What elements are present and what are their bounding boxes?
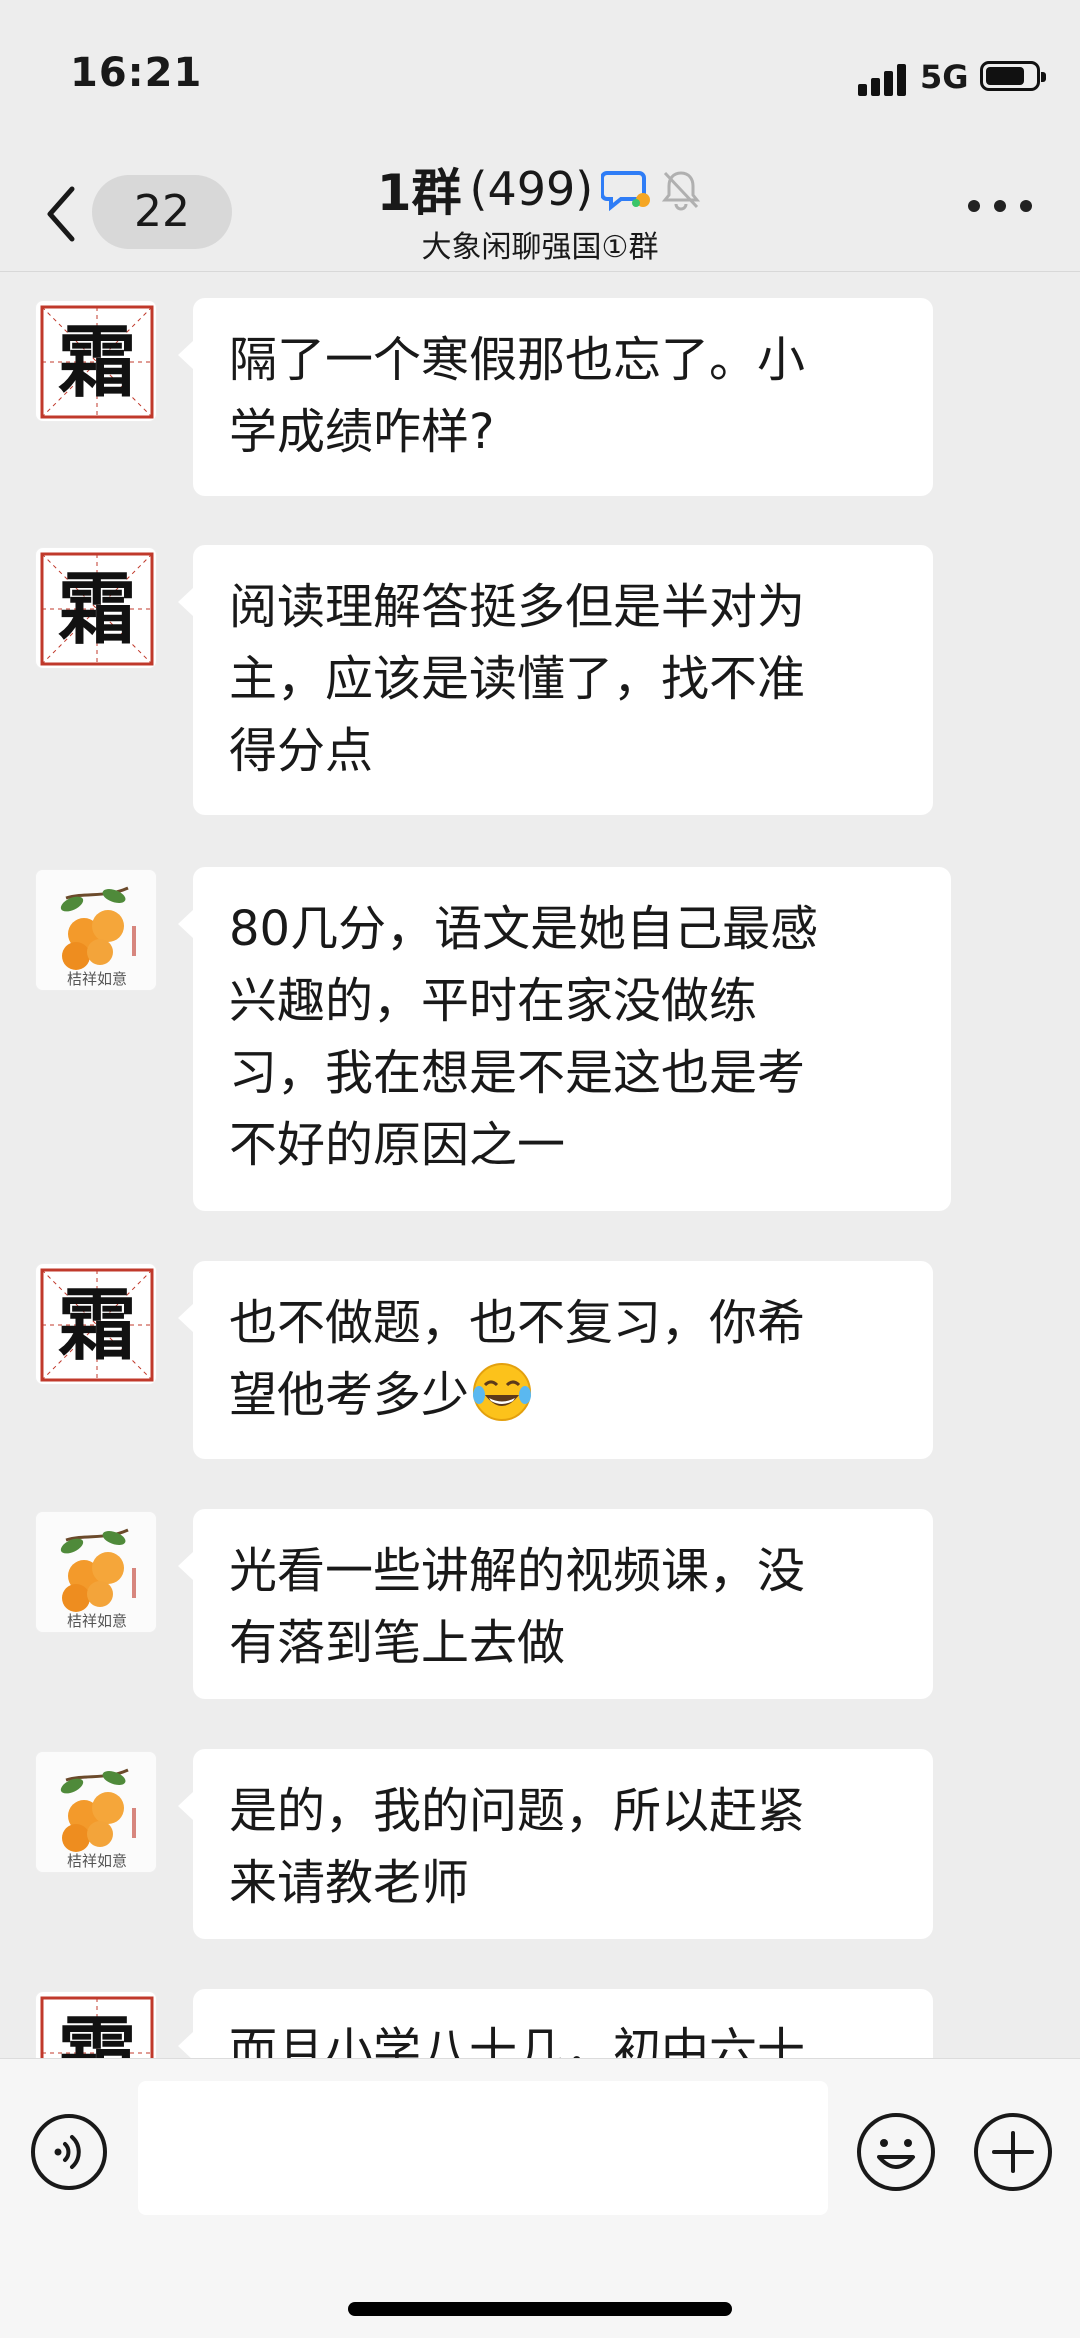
avatar-shuang[interactable]: 霜: [35, 300, 157, 422]
voice-input-button[interactable]: [30, 2113, 108, 2191]
home-indicator[interactable]: [348, 2302, 732, 2316]
message-bubble[interactable]: 隔了一个寒假那也忘了。小 学成绩咋样?: [178, 298, 933, 496]
svg-text:桔祥如意: 桔祥如意: [67, 1612, 127, 1630]
message-bubble[interactable]: 80几分，语文是她自己最感 兴趣的，平时在家没做练 习，我在想是不是这也是考 不…: [178, 867, 951, 1211]
shuang-avatar-image: 霜: [40, 1268, 154, 1382]
back-button[interactable]: 22: [42, 175, 232, 255]
more-actions-plus-button[interactable]: [972, 2111, 1054, 2193]
chevron-left-icon: [47, 186, 75, 242]
svg-text:霜: 霜: [58, 564, 136, 655]
avatar-orange[interactable]: 桔祥如意: [35, 1511, 157, 1633]
laughing-tears-emoji-icon: [473, 1363, 532, 1421]
orange-avatar-image: 桔祥如意: [36, 1512, 156, 1632]
chat-subtitle: 大象闲聊强国①群: [421, 230, 659, 265]
shuang-avatar-image: 霜: [40, 1996, 154, 2058]
avatar-shuang[interactable]: 霜: [35, 1991, 157, 2058]
battery-icon: [980, 61, 1046, 91]
signal-icon: [858, 62, 908, 96]
svg-text:桔祥如意: 桔祥如意: [67, 970, 127, 988]
message-bubble[interactable]: 也不做题，也不复习，你希 望他考多少: [178, 1261, 933, 1459]
status-bar: 16:21 5G: [0, 0, 1080, 150]
group-chat-icon: [601, 171, 651, 211]
message-bubble[interactable]: 光看一些讲解的视频课，没 有落到笔上去做: [178, 1509, 933, 1699]
avatar-orange[interactable]: 桔祥如意: [35, 869, 157, 991]
svg-text:霜: 霜: [58, 2008, 136, 2058]
unread-count-badge: 22: [92, 175, 232, 249]
shuang-avatar-image: 霜: [40, 305, 154, 419]
avatar-shuang[interactable]: 霜: [35, 547, 157, 669]
avatar-orange[interactable]: 桔祥如意: [35, 1751, 157, 1873]
avatar-shuang[interactable]: 霜: [35, 1263, 157, 1385]
emoji-button[interactable]: [855, 2111, 937, 2193]
message-list[interactable]: 霜 隔了一个寒假那也忘了。小 学成绩咋样? 霜 阅读理解答挺多但是半对为 主，应…: [0, 273, 1080, 2058]
mute-bell-icon: [662, 171, 701, 211]
chat-screen: 16:21 5G 22 1群 (499) 大象闲聊强国①群 霜 隔了一个寒假那也…: [0, 0, 1080, 2338]
orange-avatar-image: 桔祥如意: [36, 870, 156, 990]
orange-avatar-image: 桔祥如意: [36, 1752, 156, 1872]
message-input[interactable]: [138, 2081, 828, 2215]
network-type: 5G: [920, 58, 969, 96]
shuang-avatar-image: 霜: [40, 552, 154, 666]
member-count: (499): [469, 162, 594, 216]
nav-bar: 22 1群 (499) 大象闲聊强国①群: [0, 150, 1080, 272]
chat-title: 1群: [376, 164, 462, 222]
more-options-button[interactable]: [968, 196, 1034, 216]
input-bar: [0, 2058, 1080, 2338]
message-bubble[interactable]: 而且小学八十几，初中六十: [178, 1989, 933, 2058]
svg-text:桔祥如意: 桔祥如意: [67, 1852, 127, 1870]
message-bubble[interactable]: 阅读理解答挺多但是半对为 主，应该是读懂了，找不准 得分点: [178, 545, 933, 815]
svg-text:霜: 霜: [58, 1280, 136, 1371]
message-bubble[interactable]: 是的，我的问题，所以赶紧 来请教老师: [178, 1749, 933, 1939]
chat-title-area[interactable]: 1群 (499) 大象闲聊强国①群: [300, 158, 780, 266]
status-time: 16:21: [70, 50, 203, 96]
svg-text:霜: 霜: [58, 317, 136, 408]
